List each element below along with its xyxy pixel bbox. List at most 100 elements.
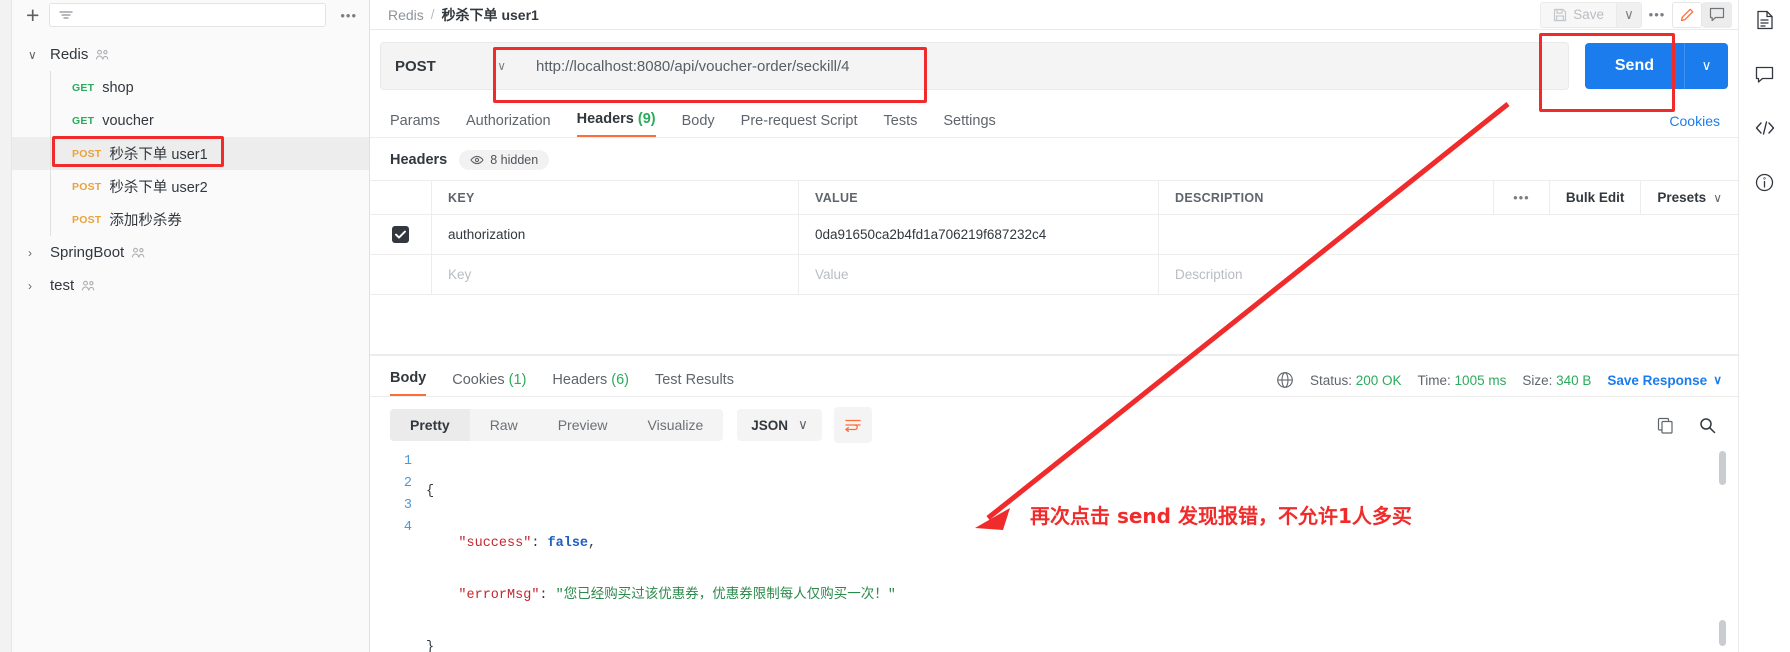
response-tab-cookies[interactable]: Cookies (1) xyxy=(452,372,526,396)
http-method-select[interactable]: POST ∨ xyxy=(380,42,520,90)
table-options-icon[interactable]: ••• xyxy=(1492,181,1549,214)
copy-button[interactable] xyxy=(1650,410,1680,440)
value-placeholder[interactable]: Value xyxy=(815,267,849,282)
row-checkbox[interactable] xyxy=(392,226,409,243)
bulk-edit-button[interactable]: Bulk Edit xyxy=(1548,181,1641,214)
response-body-code[interactable]: 1 2 3 4 { "success": false, "errorMsg": … xyxy=(370,451,1738,652)
col-value: VALUE xyxy=(799,181,1159,214)
view-mode-raw[interactable]: Raw xyxy=(470,409,538,441)
send-dropdown-button[interactable]: ∨ xyxy=(1684,43,1728,89)
url-bar: POST ∨ http://localhost:8080/api/voucher… xyxy=(370,30,1738,102)
comments-button[interactable] xyxy=(1748,58,1782,90)
tab-headers[interactable]: Headers (9) xyxy=(576,111,656,137)
request-item-shop[interactable]: GET shop xyxy=(12,71,369,104)
breadcrumb-current: 秒杀下单 user1 xyxy=(441,6,539,23)
code-snippet-button[interactable] xyxy=(1748,112,1782,144)
placeholder-key-cell: Key xyxy=(432,255,799,294)
url-input[interactable]: http://localhost:8080/api/voucher-order/… xyxy=(520,42,1569,90)
status-group: Status: 200 OK xyxy=(1310,373,1402,388)
view-mode-preview[interactable]: Preview xyxy=(538,409,628,441)
col-description-label: DESCRIPTION xyxy=(1175,190,1264,205)
status-label: Status: xyxy=(1309,372,1352,388)
header-key[interactable]: authorization xyxy=(448,227,525,242)
tab-tests[interactable]: Tests xyxy=(884,113,918,137)
response-format-value: JSON xyxy=(751,417,789,433)
breadcrumb-root[interactable]: Redis xyxy=(388,7,424,23)
postman-window: + ••• ∨ Redis GET shop GET voucher POST … xyxy=(0,0,1790,652)
response-tab-test-results[interactable]: Test Results xyxy=(655,372,734,396)
headers-table: KEY VALUE DESCRIPTION ••• Bulk Edit Pres… xyxy=(370,180,1738,355)
header-value[interactable]: 0da91650ca2b4fd1a706219f687232c4 xyxy=(815,227,1046,242)
request-more-icon[interactable]: ••• xyxy=(1642,2,1672,28)
view-mode-visualize[interactable]: Visualize xyxy=(628,409,724,441)
search-button[interactable] xyxy=(1692,410,1722,440)
size-value: 340 B xyxy=(1556,372,1592,388)
save-response-label: Save Response xyxy=(1607,372,1708,388)
response-tab-cookies-count: (1) xyxy=(508,372,527,388)
main-panel: Redis / 秒杀下单 user1 Save ∨ ••• POST ∨ htt… xyxy=(370,0,1738,652)
request-item-add-voucher[interactable]: POST 添加秒杀券 xyxy=(12,203,369,236)
add-new-icon[interactable]: + xyxy=(26,3,39,27)
tab-params[interactable]: Params xyxy=(390,113,440,137)
response-status-bar: Status: 200 OK Time: 1005 ms Size: 340 B… xyxy=(1276,371,1738,396)
chevron-down-icon[interactable]: ∨ xyxy=(28,48,50,62)
collection-springboot[interactable]: › SpringBoot xyxy=(12,236,369,269)
word-wrap-button[interactable] xyxy=(833,407,872,443)
headers-title: Headers xyxy=(390,152,448,168)
comment-icon-button[interactable] xyxy=(1702,1,1732,28)
key-placeholder[interactable]: Key xyxy=(448,267,471,282)
word-wrap-icon xyxy=(844,419,861,432)
collection-name: SpringBoot xyxy=(50,244,125,261)
request-header-bar: Redis / 秒杀下单 user1 Save ∨ ••• xyxy=(370,0,1738,30)
time-value: 1005 ms xyxy=(1454,372,1507,388)
line-number: 1 xyxy=(403,454,412,469)
line-number: 4 xyxy=(403,520,412,535)
request-name: voucher xyxy=(102,112,154,129)
tab-headers-count: (9) xyxy=(637,111,656,127)
json-key: "success" xyxy=(458,536,532,551)
tab-settings[interactable]: Settings xyxy=(943,113,995,137)
info-button[interactable] xyxy=(1748,166,1782,198)
response-format-select[interactable]: JSON ∨ xyxy=(737,409,822,441)
cookies-link[interactable]: Cookies xyxy=(1669,113,1738,137)
save-response-button[interactable]: Save Response ∨ xyxy=(1607,373,1722,388)
filter-input[interactable] xyxy=(49,3,327,27)
description-placeholder[interactable]: Description xyxy=(1175,267,1243,282)
collection-test[interactable]: › test xyxy=(12,269,369,302)
table-row[interactable]: authorization 0da91650ca2b4fd1a706219f68… xyxy=(370,215,1738,255)
code-lines: { "success": false, "errorMsg": "您已经购买过该… xyxy=(426,451,1738,652)
chevron-right-icon[interactable]: › xyxy=(28,246,50,260)
presets-button[interactable]: Presets ∨ xyxy=(1640,181,1738,214)
request-item-voucher[interactable]: GET voucher xyxy=(12,104,369,137)
tab-pre-request-script[interactable]: Pre-request Script xyxy=(741,113,858,137)
table-row-placeholder[interactable]: Key Value Description xyxy=(370,255,1738,295)
globe-icon xyxy=(1277,372,1293,388)
send-button[interactable]: Send xyxy=(1584,43,1684,89)
view-mode-pretty[interactable]: Pretty xyxy=(390,409,470,441)
collection-redis[interactable]: ∨ Redis xyxy=(12,38,369,71)
time-label: Time: xyxy=(1417,372,1451,388)
sidebar-more-icon[interactable]: ••• xyxy=(336,8,361,23)
row-description-cell[interactable] xyxy=(1159,215,1738,254)
chevron-right-icon[interactable]: › xyxy=(28,279,50,293)
line-number: 3 xyxy=(403,498,412,513)
tab-body[interactable]: Body xyxy=(682,113,715,137)
chevron-down-icon: ∨ xyxy=(1713,190,1722,205)
request-method: GET xyxy=(72,81,95,94)
response-scrollbar[interactable] xyxy=(1719,451,1726,646)
collection-name: test xyxy=(50,277,75,294)
search-icon xyxy=(1699,417,1715,433)
response-tab-headers-label: Headers xyxy=(552,372,608,388)
save-button[interactable]: Save xyxy=(1540,1,1616,28)
request-name: shop xyxy=(102,79,134,96)
tab-authorization[interactable]: Authorization xyxy=(466,113,551,137)
request-item-seckill-user2[interactable]: POST 秒杀下单 user2 xyxy=(12,170,369,203)
response-tab-headers[interactable]: Headers (6) xyxy=(552,372,629,396)
hidden-headers-pill[interactable]: 8 hidden xyxy=(459,150,550,170)
edit-pencil-icon[interactable] xyxy=(1672,1,1702,28)
response-tab-body[interactable]: Body xyxy=(390,370,427,396)
request-item-seckill-user1[interactable]: POST 秒杀下单 user1 xyxy=(12,137,369,170)
documentation-button[interactable] xyxy=(1748,4,1782,36)
save-dropdown-button[interactable]: ∨ xyxy=(1616,1,1642,28)
checkmark-icon xyxy=(395,230,406,239)
